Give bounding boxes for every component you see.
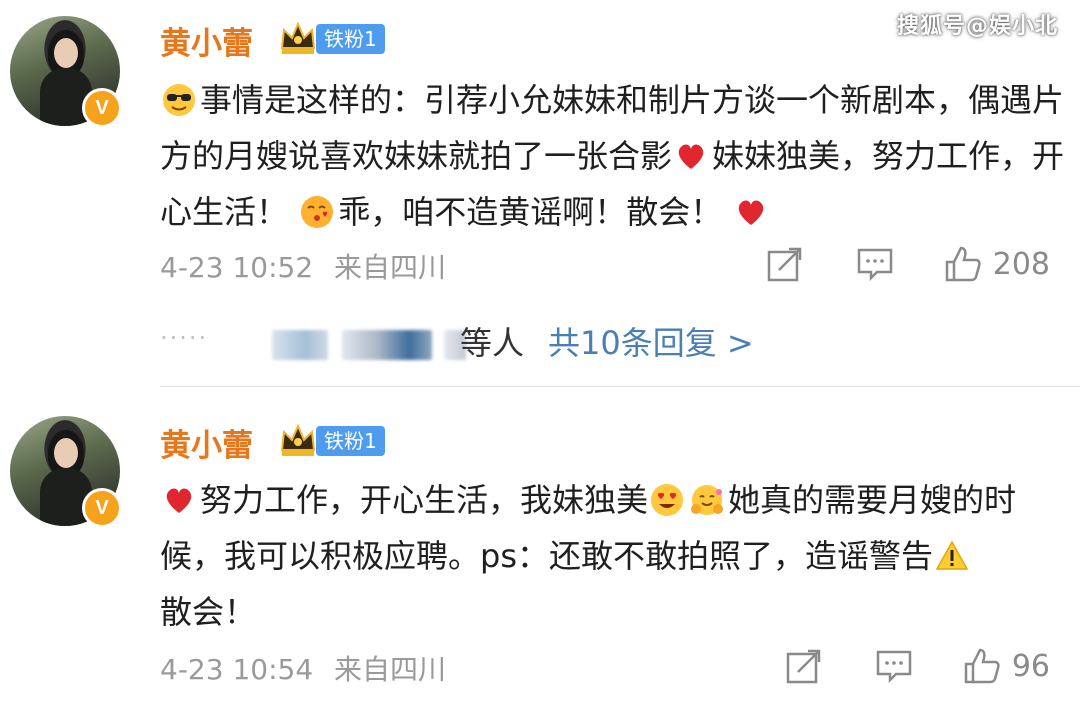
username[interactable]: 黄小蕾 [160, 420, 253, 465]
divider [160, 386, 1080, 387]
fan-badge: 铁粉1 [316, 24, 385, 54]
username[interactable]: 黄小蕾 [160, 18, 253, 63]
verified-badge: V [82, 488, 122, 528]
comment-icon[interactable] [855, 244, 895, 284]
fan-badge: 铁粉1 [316, 426, 385, 456]
heart-emoji-icon [739, 200, 764, 225]
comment-text: 事情是这样的：引荐小允妹妹和制片方谈一个新剧本，偶遇片方的月嫂说喜欢妹妹就拍了一… [160, 72, 1070, 240]
view-replies-link[interactable]: 共10条回复 > [548, 318, 754, 364]
comment-icon[interactable] [874, 646, 914, 686]
like-count: 96 [1011, 648, 1050, 684]
thumbs-up-icon[interactable] [962, 646, 1002, 686]
comment-item: V 黄小蕾 铁粉1 事情是这样的：引荐小允妹妹和制片方谈一个新剧本，偶遇片方的月… [0, 0, 1080, 387]
warning-emoji-icon [935, 540, 969, 570]
comment-text-part: 乖，咱不造黄谣啊！散会！ [338, 193, 723, 231]
reply-dots: ····· [160, 324, 209, 352]
heart-emoji-icon [678, 144, 704, 169]
comment-item: V 黄小蕾 铁粉1 努力工作，开心生活，我妹独美 她真的需要月嫂的时候，我可以积… [0, 390, 1080, 704]
avatar[interactable]: V [10, 416, 122, 528]
blurred-name [342, 330, 432, 360]
avatar[interactable]: V [10, 16, 122, 128]
location: 来自四川 [334, 251, 447, 284]
repost-icon[interactable] [784, 646, 824, 686]
comment-meta: 4-23 10:52 来自四川 [160, 246, 446, 286]
crown-icon [280, 423, 316, 456]
comment-text-part: 努力工作，开心生活，我妹独美 [200, 481, 649, 519]
comment-meta: 4-23 10:54 来自四川 [160, 648, 446, 688]
hugging-emoji-icon [691, 485, 724, 515]
blurred-name [272, 330, 328, 360]
comment-text-part: 散会！ [160, 593, 257, 631]
comment-text: 努力工作，开心生活，我妹独美 她真的需要月嫂的时候，我可以积极应聘。ps：还敢不… [160, 472, 1070, 640]
location: 来自四川 [334, 653, 447, 686]
verified-badge: V [82, 88, 122, 128]
comment-actions: 208 [765, 242, 1050, 286]
reply-person-suffix: 等人 [460, 324, 525, 362]
blowing-kiss-emoji-icon [301, 196, 334, 228]
thumbs-up-icon[interactable] [943, 244, 983, 284]
timestamp: 4-23 10:52 [160, 251, 314, 284]
timestamp: 4-23 10:54 [160, 653, 314, 686]
comment-actions: 96 [784, 644, 1050, 688]
heart-eyes-emoji-icon [651, 484, 684, 516]
crown-icon [280, 21, 316, 54]
like-count: 208 [992, 246, 1050, 282]
reply-summary[interactable]: ····· 等人 共10条回复 > [160, 318, 1060, 364]
heart-emoji-icon [166, 488, 192, 513]
repost-icon[interactable] [765, 244, 805, 284]
sunglasses-emoji-icon [163, 84, 195, 116]
